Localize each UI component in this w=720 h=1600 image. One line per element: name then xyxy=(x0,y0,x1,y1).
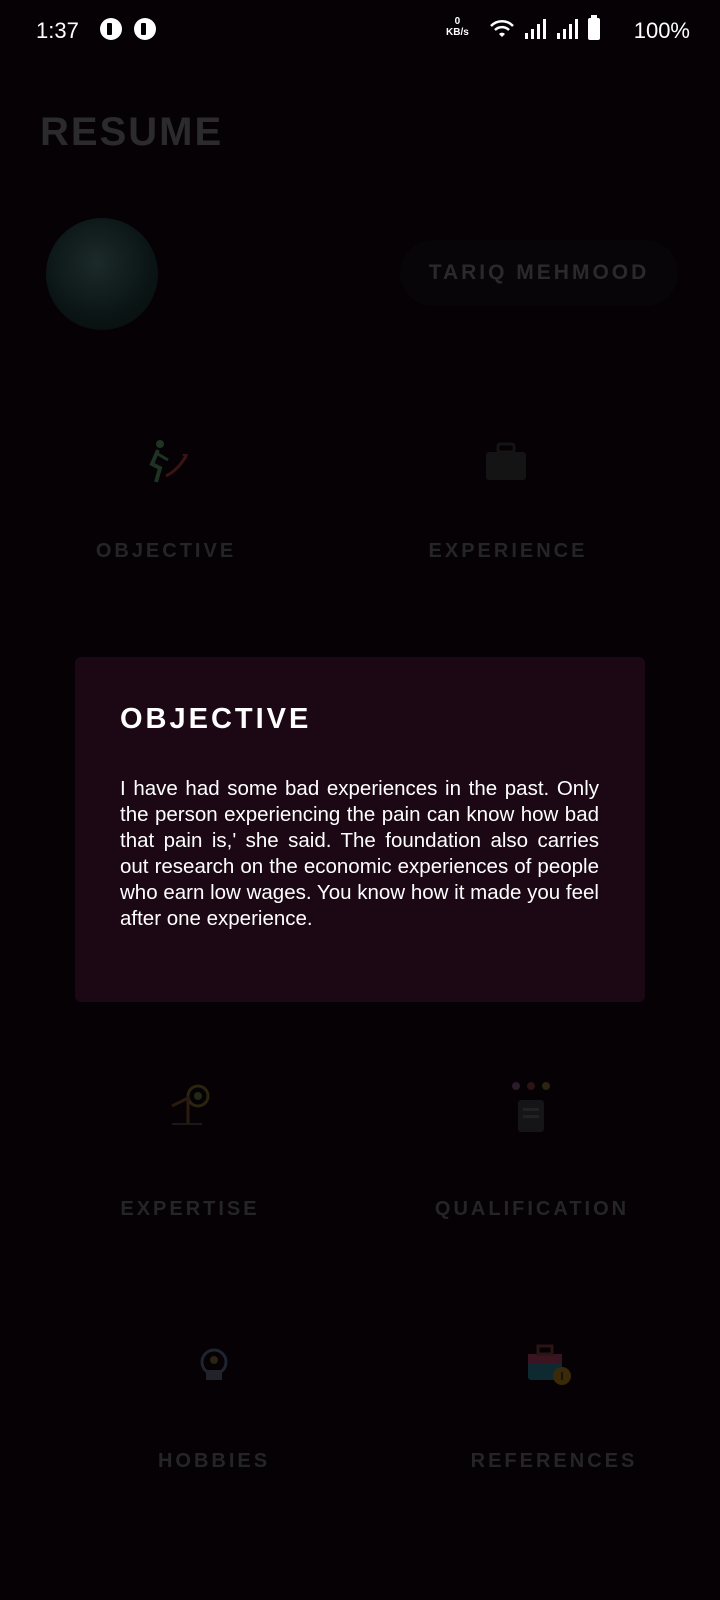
clipboard-team-icon xyxy=(512,1082,550,1132)
notification-app-icon xyxy=(100,18,122,40)
briefcase-icon xyxy=(486,442,526,480)
network-speed-unit: KB/s xyxy=(446,27,469,38)
page-title: RESUME xyxy=(40,110,224,154)
tile-label: EXPERIENCE xyxy=(428,540,588,562)
name-label: TARIQ MEHMOOD xyxy=(428,261,650,284)
battery-percent: 100% xyxy=(633,18,690,43)
tile-label: EXPERTISE xyxy=(120,1198,260,1220)
avatar[interactable] xyxy=(46,218,158,330)
dialog-title: OBJECTIVE xyxy=(120,703,312,735)
objective-dialog[interactable]: OBJECTIVE I have had some bad experience… xyxy=(75,657,645,1002)
tile-label: OBJECTIVE xyxy=(95,540,237,562)
hobbies-icon xyxy=(200,1348,228,1380)
target-icon xyxy=(171,1084,210,1125)
cell-signal-icon xyxy=(525,19,546,39)
wifi-icon xyxy=(490,19,514,37)
cell-signal-icon xyxy=(557,19,578,39)
bag-key-icon xyxy=(528,1344,571,1385)
tile-label: QUALIFICATION xyxy=(434,1198,630,1220)
network-speed: 0 KB/s xyxy=(446,16,469,38)
running-person-icon xyxy=(149,440,188,483)
dialog-body: I have had some bad experiences in the p… xyxy=(120,777,599,930)
status-time: 1:37 xyxy=(36,18,79,43)
network-speed-value: 0 xyxy=(454,16,461,27)
battery-icon xyxy=(588,15,600,40)
tile-label: REFERENCES xyxy=(470,1450,638,1472)
tile-label: HOBBIES xyxy=(157,1450,271,1472)
status-bar: 1:37 0 KB/s 100% xyxy=(0,0,720,62)
name-button[interactable]: TARIQ MEHMOOD xyxy=(400,240,678,306)
notification-app-icon xyxy=(134,18,156,40)
